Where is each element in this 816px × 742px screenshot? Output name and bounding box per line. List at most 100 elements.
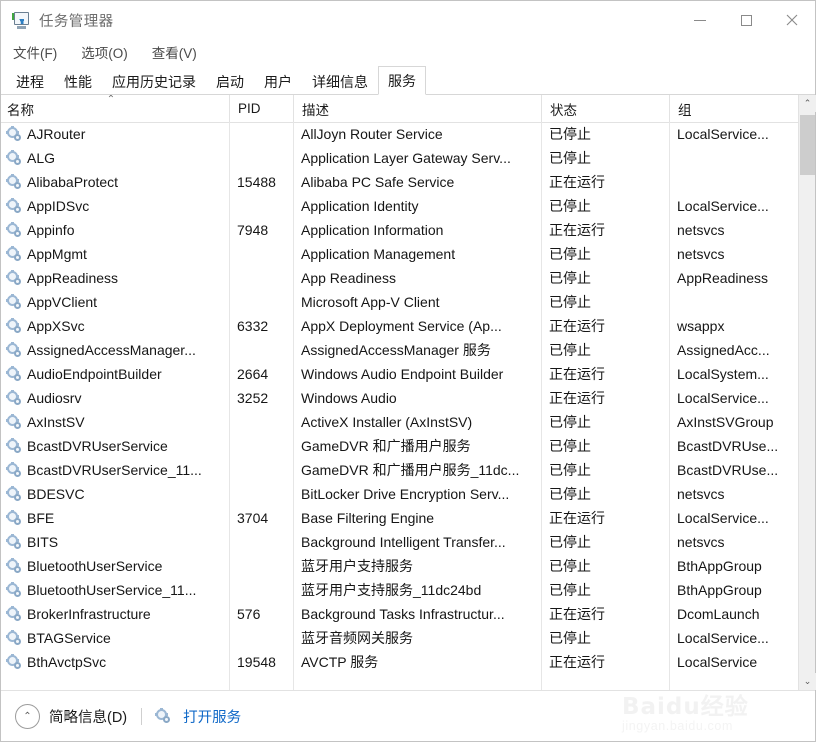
cell-group: DcomLaunch: [677, 606, 760, 622]
menu-file[interactable]: 文件(F): [11, 40, 59, 64]
table-row[interactable]: ALG Application Layer Gateway Serv... 已停止: [1, 146, 798, 170]
service-name-label: AppMgmt: [27, 246, 87, 262]
cell-description: 蓝牙用户支持服务: [301, 558, 413, 574]
table-row[interactable]: BFE 3704 Base Filtering Engine 正在运行 LocalSer…: [1, 506, 798, 530]
cell-description: Application Layer Gateway Serv...: [301, 150, 511, 166]
service-gear-icon: [6, 389, 22, 406]
table-row[interactable]: Audiosrv 3252 Windows Audio 正在运行 LocalServic…: [1, 386, 798, 410]
service-name-label: AlibabaProtect: [27, 174, 119, 190]
table-row[interactable]: BITS Background Intelligent Transfer... 已停…: [1, 530, 798, 554]
table-row[interactable]: AxInstSV ActiveX Installer (AxInstSV) 已停止 A…: [1, 410, 798, 434]
cell-name: BcastDVRUserService_11...: [1, 458, 229, 482]
cell-pid: [229, 146, 293, 170]
table-row[interactable]: AlibabaProtect 15488 Alibaba PC Safe Servi…: [1, 170, 798, 194]
cell-group: LocalService: [677, 654, 758, 670]
tab-startup[interactable]: 启动: [206, 68, 254, 95]
cell-description: ActiveX Installer (AxInstSV): [301, 414, 473, 430]
open-services-button[interactable]: 打开服务: [155, 706, 241, 727]
cell-status: 正在运行: [549, 222, 605, 238]
cell-group: LocalService...: [677, 390, 769, 406]
column-header-name[interactable]: 名称 ⌃: [1, 95, 229, 122]
table-row[interactable]: Appinfo 7948 Application Information 正在运行 ne…: [1, 218, 798, 242]
column-header-description[interactable]: 描述: [293, 95, 541, 122]
cell-name: BTAGService: [1, 626, 229, 650]
scroll-down-icon[interactable]: ⌄: [799, 673, 816, 690]
cell-pid: [229, 482, 293, 506]
table-row[interactable]: BTAGService 蓝牙音频网关服务 已停止 LocalService...: [1, 626, 798, 650]
table-row[interactable]: AppMgmt Application Management 已停止 netsvcs: [1, 242, 798, 266]
menu-view[interactable]: 查看(V): [150, 40, 199, 64]
tab-details[interactable]: 详细信息: [302, 68, 378, 95]
cell-status: 已停止: [549, 462, 591, 478]
cell-description: AVCTP 服务: [301, 654, 379, 670]
scroll-up-icon[interactable]: ⌃: [799, 95, 816, 112]
tab-performance[interactable]: 性能: [54, 68, 102, 95]
service-gear-icon: [6, 581, 22, 598]
maximize-button[interactable]: [723, 1, 769, 39]
tab-services[interactable]: 服务: [378, 66, 426, 95]
table-row[interactable]: BDESVC BitLocker Drive Encryption Serv...…: [1, 482, 798, 506]
menu-options[interactable]: 选项(O): [79, 40, 130, 64]
cell-status: 正在运行: [549, 654, 605, 670]
service-gear-icon: [6, 197, 22, 214]
table-row[interactable]: AppIDSvc Application Identity 已停止 LocalServ…: [1, 194, 798, 218]
cell-name: BDESVC: [1, 482, 229, 506]
cell-name: BluetoothUserService_11...: [1, 578, 229, 602]
cell-pid: 2664: [237, 366, 269, 382]
service-name-label: BITS: [27, 534, 59, 550]
column-header-pid[interactable]: PID: [229, 95, 293, 122]
cell-status: 已停止: [549, 294, 591, 310]
service-gear-icon: [6, 245, 22, 262]
column-header-group[interactable]: 组: [669, 95, 798, 122]
tab-bar: 进程 性能 应用历史记录 启动 用户 详细信息 服务: [1, 65, 815, 95]
table-row[interactable]: BluetoothUserService 蓝牙用户支持服务 已停止 BthAppGro…: [1, 554, 798, 578]
service-name-label: BthAvctpSvc: [27, 654, 107, 670]
cell-pid: [229, 434, 293, 458]
cell-name: BFE: [1, 506, 229, 530]
cell-status: 正在运行: [549, 318, 605, 334]
table-row[interactable]: BcastDVRUserService GameDVR 和广播用户服务 已停止 Bca…: [1, 434, 798, 458]
services-table: 名称 ⌃ PID 描述 状态 组 AJRouter AllJoyn Router …: [1, 95, 798, 690]
table-row[interactable]: BrokerInfrastructure 576 Background Tasks …: [1, 602, 798, 626]
cell-status: 已停止: [549, 150, 591, 166]
service-name-label: BluetoothUserService: [27, 558, 163, 574]
table-row[interactable]: AudioEndpointBuilder 2664 Windows Audio En…: [1, 362, 798, 386]
cell-pid: 15488: [237, 174, 276, 190]
title-bar: 任务管理器: [1, 1, 815, 39]
cell-pid: [229, 290, 293, 314]
table-row[interactable]: BcastDVRUserService_11... GameDVR 和广播用户服务…: [1, 458, 798, 482]
cell-pid: [229, 266, 293, 290]
cell-name: ALG: [1, 146, 229, 170]
cell-pid: 7948: [237, 222, 269, 238]
cell-description: App Readiness: [301, 270, 396, 286]
minimize-button[interactable]: [677, 1, 723, 39]
cell-description: GameDVR 和广播用户服务_11dc...: [301, 462, 520, 478]
cell-group: LocalService...: [677, 126, 769, 142]
cell-group: AssignedAcc...: [677, 342, 770, 358]
cell-name: BITS: [1, 530, 229, 554]
tab-users[interactable]: 用户: [254, 68, 302, 95]
tab-processes[interactable]: 进程: [6, 68, 54, 95]
fewer-details-button[interactable]: 简略信息(D): [49, 706, 127, 727]
close-icon: [786, 14, 798, 26]
scrollbar-thumb[interactable]: [800, 115, 815, 175]
table-row[interactable]: AppVClient Microsoft App-V Client 已停止: [1, 290, 798, 314]
service-gear-icon: [6, 173, 22, 190]
table-row[interactable]: AssignedAccessManager... AssignedAccessMa…: [1, 338, 798, 362]
cell-pid: [229, 122, 293, 146]
collapse-chevron-icon[interactable]: ⌃: [15, 703, 40, 729]
table-row[interactable]: AppXSvc 6332 AppX Deployment Service (Ap..…: [1, 314, 798, 338]
service-name-label: BluetoothUserService_11...: [27, 582, 197, 598]
table-row[interactable]: AJRouter AllJoyn Router Service 已停止 LocalSe…: [1, 122, 798, 146]
vertical-scrollbar[interactable]: ⌃ ⌄: [798, 95, 816, 690]
close-button[interactable]: [769, 1, 815, 39]
table-row[interactable]: BluetoothUserService_11... 蓝牙用户支持服务_11dc2…: [1, 578, 798, 602]
cell-group: netsvcs: [677, 486, 725, 502]
service-name-label: BFE: [27, 510, 55, 526]
column-header-status[interactable]: 状态: [541, 95, 669, 122]
cell-name: AJRouter: [1, 122, 229, 146]
tab-app-history[interactable]: 应用历史记录: [102, 68, 206, 95]
table-row[interactable]: BthAvctpSvc 19548 AVCTP 服务 正在运行 LocalService: [1, 650, 798, 674]
cell-status: 已停止: [549, 246, 591, 262]
table-row[interactable]: AppReadiness App Readiness 已停止 AppReadiness: [1, 266, 798, 290]
